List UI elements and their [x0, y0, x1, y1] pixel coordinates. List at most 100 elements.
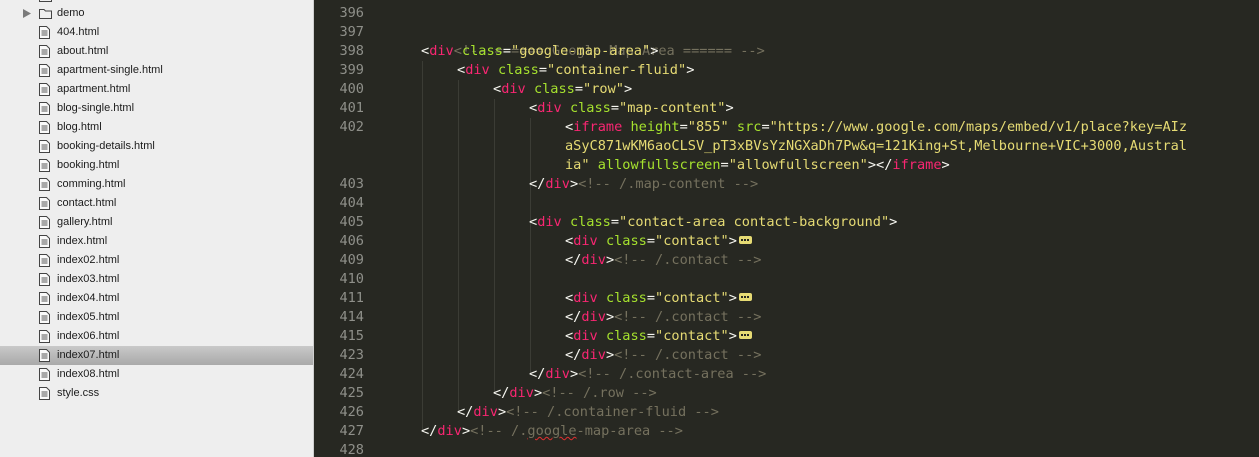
line-number: 402	[339, 119, 364, 135]
tree-file-label: apartment-single.html	[57, 64, 163, 76]
tree-file-label: index03.html	[57, 273, 120, 285]
fold-marker-icon[interactable]	[738, 236, 752, 244]
tree-file-item[interactable]: apartment.html	[0, 80, 313, 99]
tree-file-item[interactable]: index07.html	[0, 346, 313, 365]
tree-file-label: index04.html	[57, 292, 120, 304]
file-icon	[39, 311, 50, 324]
code-line-426: </div><!-- /.container-fluid -->	[457, 404, 719, 420]
file-icon	[39, 178, 50, 191]
line-number: 414	[339, 309, 364, 325]
tree-file-item[interactable]: booking-details.html	[0, 137, 313, 156]
code-line-397: <!-- ====== Google Map Area ====== -->	[453, 43, 765, 59]
tree-file-item[interactable]: 404.html	[0, 23, 313, 42]
file-icon	[39, 159, 50, 172]
tree-file-label: index.html	[57, 235, 108, 247]
tree-file-label: index07.html	[57, 349, 120, 361]
code-line-424: </div><!-- /.contact-area -->	[529, 366, 767, 382]
spellcheck-word: google	[527, 423, 577, 439]
tree-file-label: contact.html	[57, 197, 117, 209]
indent-guide	[530, 118, 531, 374]
tree-file-item[interactable]: apartment-single.html	[0, 61, 313, 80]
file-icon	[39, 368, 50, 381]
line-number: 406	[339, 233, 364, 249]
tree-file-item[interactable]: booking.html	[0, 156, 313, 175]
line-number: 427	[339, 423, 364, 439]
code-line-406: <div class="contact">	[565, 232, 752, 251]
code-line-425: </div><!-- /.row -->	[493, 385, 657, 401]
line-number: 398	[339, 43, 364, 59]
indent-guide	[422, 61, 423, 431]
tree-file-item[interactable]: blog.html	[0, 118, 313, 137]
tree-file-label: style.css	[57, 387, 100, 399]
tree-file-item[interactable]: index04.html	[0, 289, 313, 308]
line-number: 403	[339, 176, 364, 192]
file-icon	[39, 387, 50, 400]
line-number: 397	[339, 24, 364, 40]
line-number: 409	[339, 252, 364, 268]
code-line-402-wrap-2: ia" allowfullscreen="allowfullscreen"></…	[565, 157, 950, 173]
code-editor[interactable]: 396 397 398 399 400 401 402 403 404 405 406 409 410 4…	[314, 0, 1259, 457]
tree-file-item[interactable]: index02.html	[0, 251, 313, 270]
tree-file-item[interactable]: index03.html	[0, 270, 313, 289]
tree-file-label: blog-single.html	[57, 102, 135, 114]
fold-marker-icon[interactable]	[738, 293, 752, 301]
code-line-400: <div class="row">	[493, 81, 633, 97]
line-number: 396	[339, 5, 364, 21]
fold-marker-icon[interactable]	[738, 331, 752, 339]
code-line-411: <div class="contact">	[565, 289, 752, 308]
code-line-409: </div><!-- /.contact -->	[565, 252, 762, 268]
line-number: 410	[339, 271, 364, 287]
tree-folder-demo[interactable]: demo	[0, 4, 313, 23]
tree-file-label: apartment.html	[57, 83, 131, 95]
file-icon	[39, 121, 50, 134]
folder-icon	[39, 9, 52, 19]
tree-file-item[interactable]: about.html	[0, 42, 313, 61]
line-number: 405	[339, 214, 364, 230]
code-line-423: </div><!-- /.contact -->	[565, 347, 762, 363]
file-icon	[39, 292, 50, 305]
code-line-398: <div class="google-map-area">	[421, 43, 659, 59]
tree-file-item[interactable]: index06.html	[0, 327, 313, 346]
tree-file-item[interactable]: style.css	[0, 384, 313, 403]
tree-file-item[interactable]: index05.html	[0, 308, 313, 327]
file-icon	[39, 64, 50, 77]
line-number: 400	[339, 81, 364, 97]
line-number: 411	[339, 290, 364, 306]
file-icon	[39, 140, 50, 153]
tree-folder-label: demo	[57, 7, 85, 19]
line-number: 399	[339, 62, 364, 78]
tree-file-item[interactable]: index.html	[0, 232, 313, 251]
tree-file-item[interactable]: blog-single.html	[0, 99, 313, 118]
code-line-402: <iframe height="855" src="https://www.go…	[565, 119, 1188, 135]
line-number: 404	[339, 195, 364, 211]
tree-file-item[interactable]: gallery.html	[0, 213, 313, 232]
line-number	[314, 156, 364, 175]
tree-file-label: blog.html	[57, 121, 102, 133]
file-icon	[39, 349, 50, 362]
folder-icon	[39, 0, 52, 2]
code-line-415: <div class="contact">	[565, 327, 752, 346]
file-icon	[39, 330, 50, 343]
tree-file-label: index05.html	[57, 311, 120, 323]
code-line-402-wrap-1: aSyC871wKM6aoCLSV_pT3xBVsYzNGXaDh7Pw&q=1…	[565, 138, 1187, 154]
line-number: 425	[339, 385, 364, 401]
tree-file-label: booking-details.html	[57, 140, 155, 152]
file-icon	[39, 197, 50, 210]
disclosure-triangle-icon[interactable]	[23, 9, 31, 18]
file-icon	[39, 26, 50, 39]
tree-file-label: booking.html	[57, 159, 120, 171]
file-icon	[39, 235, 50, 248]
line-number	[314, 137, 364, 156]
line-number: 423	[339, 347, 364, 363]
tree-file-item[interactable]: index08.html	[0, 365, 313, 384]
code-line-427: </div><!-- /.google-map-area -->	[421, 423, 683, 439]
tree-file-label: comming.html	[57, 178, 126, 190]
tree-file-item[interactable]: contact.html	[0, 194, 313, 213]
file-icon	[39, 273, 50, 286]
indent-guide	[458, 80, 459, 412]
file-icon	[39, 254, 50, 267]
line-number: 424	[339, 366, 364, 382]
tree-file-label: index06.html	[57, 330, 120, 342]
line-number: 426	[339, 404, 364, 420]
tree-file-item[interactable]: comming.html	[0, 175, 313, 194]
